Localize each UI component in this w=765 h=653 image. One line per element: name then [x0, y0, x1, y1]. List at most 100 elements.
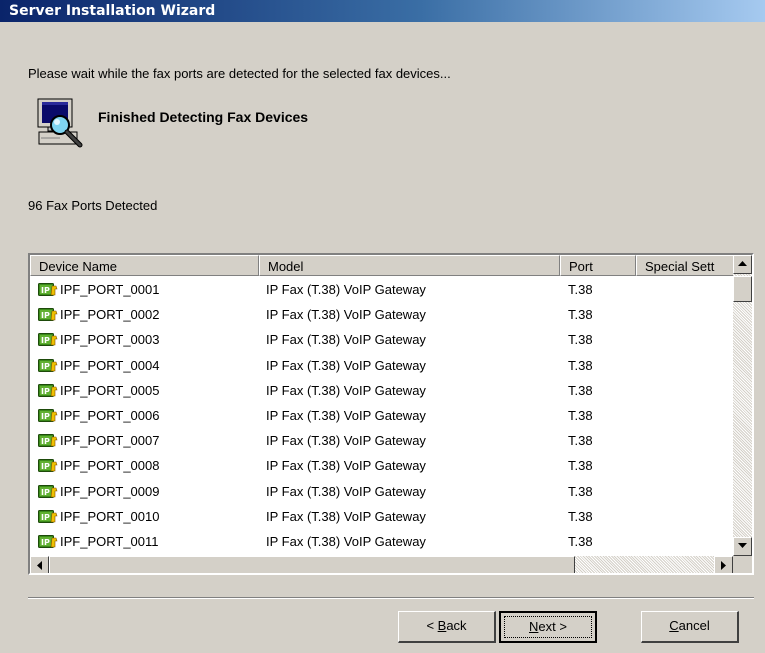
port-cell: T.38	[568, 483, 593, 499]
ip-fax-device-icon: IP	[38, 358, 58, 372]
instruction-text: Please wait while the fax ports are dete…	[28, 66, 451, 81]
list-header: Device Name Model Port Special Sett	[30, 255, 733, 276]
list-row[interactable]: IP IPF_PORT_0002 IP Fax (T.38) VoIP Gatewa…	[30, 303, 733, 328]
back-button[interactable]: < Back	[398, 611, 496, 643]
cancel-accelerator: C	[669, 618, 679, 633]
ip-fax-device-icon: IP	[38, 534, 58, 548]
svg-text:IP: IP	[41, 336, 50, 345]
svg-text:IP: IP	[41, 488, 50, 497]
port-cell: T.38	[568, 357, 593, 373]
device-name-cell: IPF_PORT_0011	[60, 533, 159, 549]
ip-fax-device-icon: IP	[38, 509, 58, 523]
port-cell: T.38	[568, 433, 593, 449]
svg-text:IP: IP	[41, 362, 50, 371]
arrow-down-icon	[738, 543, 747, 548]
vertical-scrollbar[interactable]	[733, 255, 752, 556]
svg-text:IP: IP	[41, 311, 50, 320]
svg-text:IP: IP	[41, 387, 50, 396]
model-cell: IP Fax (T.38) VoIP Gateway	[266, 332, 426, 348]
ip-fax-device-icon: IP	[38, 333, 58, 347]
list-row[interactable]: IP IPF_PORT_0003 IP Fax (T.38) VoIP Gatewa…	[30, 328, 733, 353]
port-cell: T.38	[568, 533, 593, 549]
svg-text:IP: IP	[41, 412, 50, 421]
port-cell: T.38	[568, 307, 593, 323]
model-cell: IP Fax (T.38) VoIP Gateway	[266, 458, 426, 474]
arrow-left-icon	[37, 561, 42, 570]
list-row[interactable]: IP IPF_PORT_0006 IP Fax (T.38) VoIP Gatewa…	[30, 404, 733, 429]
status-heading: Finished Detecting Fax Devices	[98, 109, 309, 125]
cancel-button[interactable]: Cancel	[641, 611, 739, 643]
port-cell: T.38	[568, 508, 593, 524]
scroll-down-button[interactable]	[733, 537, 752, 556]
device-name-cell: IPF_PORT_0010	[60, 508, 160, 524]
svg-text:IP: IP	[41, 462, 50, 471]
list-row[interactable]: IP IPF_PORT_0011 IP Fax (T.38) VoIP Gatewa…	[30, 530, 733, 555]
ip-fax-device-icon: IP	[38, 484, 58, 498]
list-row[interactable]: IP IPF_PORT_0010 IP Fax (T.38) VoIP Gatewa…	[30, 505, 733, 530]
list-rows: IP IPF_PORT_0001 IP Fax (T.38) VoIP Gatewa…	[30, 278, 733, 555]
model-cell: IP Fax (T.38) VoIP Gateway	[266, 508, 426, 524]
port-cell: T.38	[568, 407, 593, 423]
device-name-cell: IPF_PORT_0008	[60, 458, 160, 474]
button-separator	[28, 597, 754, 599]
list-row[interactable]: IP IPF_PORT_0007 IP Fax (T.38) VoIP Gatewa…	[30, 429, 733, 454]
device-name-cell: IPF_PORT_0007	[60, 433, 160, 449]
column-header-special-settings[interactable]: Special Sett	[636, 255, 733, 276]
device-name-cell: IPF_PORT_0009	[60, 483, 160, 499]
computer-search-icon	[37, 98, 83, 148]
list-row[interactable]: IP IPF_PORT_0005 IP Fax (T.38) VoIP Gatewa…	[30, 379, 733, 404]
ip-fax-device-icon: IP	[38, 459, 58, 473]
title-bar[interactable]: Server Installation Wizard	[0, 0, 765, 22]
model-cell: IP Fax (T.38) VoIP Gateway	[266, 483, 426, 499]
scrollbar-corner	[733, 556, 752, 573]
device-name-cell: IPF_PORT_0001	[60, 282, 160, 297]
arrow-up-icon	[738, 261, 747, 266]
column-header-port[interactable]: Port	[560, 255, 636, 276]
ip-fax-device-icon: IP	[38, 408, 58, 422]
horizontal-scroll-thumb[interactable]	[49, 556, 575, 573]
list-row[interactable]: IP IPF_PORT_0008 IP Fax (T.38) VoIP Gatewa…	[30, 454, 733, 479]
list-row[interactable]: IP IPF_PORT_0001 IP Fax (T.38) VoIP Gatewa…	[30, 278, 733, 303]
ip-fax-device-icon: IP	[38, 383, 58, 397]
device-name-cell: IPF_PORT_0002	[60, 307, 160, 323]
list-row[interactable]: IP IPF_PORT_0004 IP Fax (T.38) VoIP Gatewa…	[30, 354, 733, 379]
device-name-cell: IPF_PORT_0003	[60, 332, 160, 348]
next-label-rest: ext >	[538, 619, 567, 634]
model-cell: IP Fax (T.38) VoIP Gateway	[266, 282, 426, 297]
next-accelerator: N	[529, 619, 539, 634]
scroll-right-button[interactable]	[714, 556, 733, 573]
horizontal-scrollbar[interactable]	[30, 556, 733, 573]
model-cell: IP Fax (T.38) VoIP Gateway	[266, 407, 426, 423]
svg-text:IP: IP	[41, 538, 50, 547]
back-label-rest: ack	[446, 618, 467, 633]
svg-text:IP: IP	[41, 437, 50, 446]
device-name-cell: IPF_PORT_0005	[60, 382, 160, 398]
window-title: Server Installation Wizard	[9, 3, 216, 19]
port-cell: T.38	[568, 458, 593, 474]
svg-text:IP: IP	[41, 513, 50, 522]
arrow-right-icon	[721, 561, 726, 570]
next-button[interactable]: Next >	[499, 611, 597, 643]
port-cell: T.38	[568, 282, 593, 297]
ip-fax-device-icon: IP	[38, 308, 58, 322]
model-cell: IP Fax (T.38) VoIP Gateway	[266, 533, 426, 549]
model-cell: IP Fax (T.38) VoIP Gateway	[266, 357, 426, 373]
svg-text:IP: IP	[41, 286, 50, 295]
model-cell: IP Fax (T.38) VoIP Gateway	[266, 382, 426, 398]
cancel-label-rest: ancel	[678, 618, 710, 633]
port-cell: T.38	[568, 332, 593, 348]
list-row[interactable]: IP IPF_PORT_0009 IP Fax (T.38) VoIP Gatewa…	[30, 480, 733, 505]
scroll-left-button[interactable]	[30, 556, 49, 573]
device-name-cell: IPF_PORT_0004	[60, 357, 160, 373]
scroll-up-button[interactable]	[733, 255, 752, 274]
column-header-model[interactable]: Model	[259, 255, 560, 276]
back-label-prefix: <	[426, 618, 438, 633]
device-name-cell: IPF_PORT_0006	[60, 407, 160, 423]
port-cell: T.38	[568, 382, 593, 398]
ip-fax-device-icon: IP	[38, 283, 58, 296]
model-cell: IP Fax (T.38) VoIP Gateway	[266, 433, 426, 449]
column-header-device-name[interactable]: Device Name	[30, 255, 259, 276]
vertical-scroll-thumb[interactable]	[733, 276, 752, 302]
ip-fax-device-icon: IP	[38, 434, 58, 448]
fax-devices-list[interactable]: Device Name Model Port Special Sett IP IP…	[28, 253, 754, 575]
